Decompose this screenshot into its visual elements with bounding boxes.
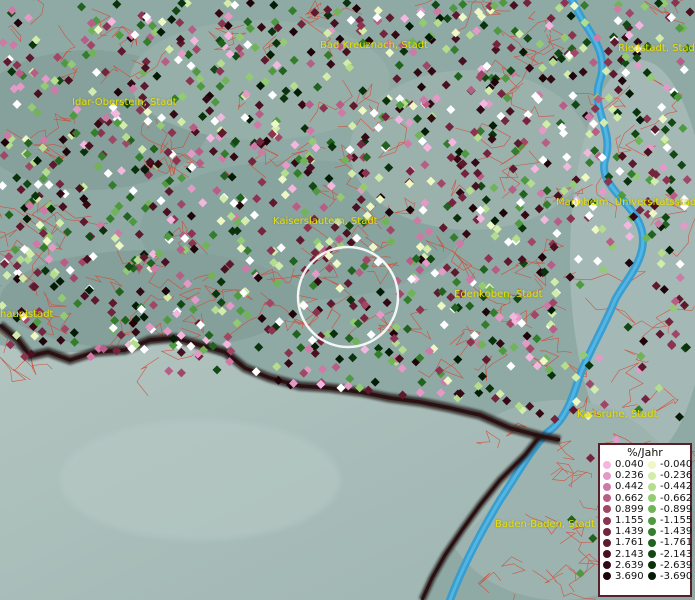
legend-value-negative: -0.442 xyxy=(660,481,693,493)
legend-value-positive: 1.761 xyxy=(615,537,644,549)
legend-entry: -0.236 xyxy=(645,470,693,482)
legend-swatch-negative xyxy=(648,460,656,469)
legend-entry: -2.639 xyxy=(645,559,693,571)
legend-swatch-positive xyxy=(603,550,611,559)
legend-entry: -0.040 xyxy=(645,459,693,470)
legend-row: 0.662 -0.662 xyxy=(600,492,693,504)
legend-entry: -0.662 xyxy=(645,492,693,504)
legend-swatch-positive xyxy=(603,505,611,514)
legend-title: %/Jahr xyxy=(627,446,663,459)
city-label-bad-kreuznach: Bad Kreuznach, Stadt xyxy=(320,40,429,51)
legend-value-positive: 0.236 xyxy=(615,470,644,482)
legend-entry: -0.899 xyxy=(645,503,693,515)
legend-entry: -1.155 xyxy=(645,514,693,526)
legend-entry: 0.662 xyxy=(600,493,645,504)
legend-entry: 1.761 xyxy=(600,537,645,548)
legend-swatch-positive xyxy=(603,494,611,503)
legend-entry: 0.899 xyxy=(600,504,645,515)
city-label-idar-oberstein: Idar-Oberstein, Stadt xyxy=(72,97,177,108)
legend-rows: 0.040 -0.040 0.236 -0.236 0.442 -0.442 0.662 -0… xyxy=(600,459,693,582)
legend-row: 3.690 -3.690 xyxy=(600,570,693,582)
legend-swatch-negative xyxy=(648,572,656,581)
legend-swatch-positive xyxy=(603,561,611,570)
map-view[interactable]: Bad Kreuznach, Stadt Riedstadt, Stadt Id… xyxy=(0,0,695,600)
legend-entry: 1.439 xyxy=(600,526,645,537)
city-label-haupistadt: haupistadt xyxy=(0,309,54,320)
legend-swatch-positive xyxy=(603,482,611,491)
legend-entry: -1.761 xyxy=(645,537,693,549)
city-label-baden-baden: Baden-Baden, Stadt xyxy=(495,519,595,530)
city-label-mannheim: Mannheim, Universitätsstadt xyxy=(556,197,695,208)
legend-swatch-negative xyxy=(648,550,656,559)
legend-row: 0.236 -0.236 xyxy=(600,470,693,482)
legend-swatch-positive xyxy=(603,471,611,480)
legend-value-negative: -2.639 xyxy=(660,559,693,571)
city-label-edenkoben: Edenkoben, Stadt xyxy=(454,289,543,300)
legend-value-negative: -2.143 xyxy=(660,548,693,560)
legend-entry: 2.143 xyxy=(600,549,645,560)
legend-entry: 2.639 xyxy=(600,560,645,571)
legend-value-positive: 2.143 xyxy=(615,548,644,560)
city-label-riedstadt: Riedstadt, Stadt xyxy=(618,43,695,54)
legend-value-negative: -0.899 xyxy=(660,503,693,515)
legend-swatch-negative xyxy=(648,516,656,525)
legend-entry: 3.690 xyxy=(600,571,645,582)
legend-value-positive: 0.040 xyxy=(615,459,644,470)
legend-swatch-positive xyxy=(603,572,611,581)
city-label-karlsruhe: Karlsruhe, Stadt xyxy=(577,409,658,420)
legend-value-negative: -0.040 xyxy=(660,459,693,470)
legend-entry: 0.442 xyxy=(600,481,645,492)
legend-value-positive: 0.442 xyxy=(615,481,644,493)
legend-entry: -1.439 xyxy=(645,526,693,538)
legend-swatch-negative xyxy=(648,505,656,514)
legend-value-negative: -3.690 xyxy=(660,570,693,582)
legend-entry: -0.442 xyxy=(645,481,693,493)
legend-swatch-positive xyxy=(603,516,611,525)
legend-value-negative: -1.761 xyxy=(660,537,693,549)
legend-swatch-negative xyxy=(648,527,656,536)
legend-value-negative: -1.439 xyxy=(660,526,693,538)
legend-value-negative: -0.236 xyxy=(660,470,693,482)
legend-swatch-positive xyxy=(603,527,611,536)
legend-value-positive: 0.899 xyxy=(615,503,644,515)
legend-swatch-positive xyxy=(603,460,611,469)
legend-swatch-positive xyxy=(603,538,611,547)
legend-value-positive: 0.662 xyxy=(615,492,644,504)
legend-swatch-negative xyxy=(648,482,656,491)
legend-row: 0.899 -0.899 xyxy=(600,503,693,515)
city-label-kaiserslautern: Kaiserslautern, Stadt xyxy=(273,216,378,227)
legend-swatch-negative xyxy=(648,561,656,570)
legend-value-negative: -0.662 xyxy=(660,492,693,504)
legend-swatch-negative xyxy=(648,538,656,547)
legend-value-positive: 1.439 xyxy=(615,526,644,538)
legend-row: 0.442 -0.442 xyxy=(600,481,693,493)
legend-value-positive: 3.690 xyxy=(615,570,644,582)
legend-entry: 0.040 xyxy=(600,459,645,470)
legend-value-positive: 1.155 xyxy=(615,514,644,526)
legend-value-positive: 2.639 xyxy=(615,559,644,571)
map-canvas xyxy=(0,0,695,600)
map-legend: %/Jahr 0.040 -0.040 0.236 -0.236 0.442 -0.442… xyxy=(598,443,692,597)
legend-value-negative: -1.155 xyxy=(660,514,693,526)
legend-row: 2.143 -2.143 xyxy=(600,548,693,560)
legend-entry: 0.236 xyxy=(600,470,645,481)
legend-entry: 1.155 xyxy=(600,515,645,526)
legend-entry: -3.690 xyxy=(645,570,693,582)
legend-swatch-negative xyxy=(648,471,656,480)
legend-entry: -2.143 xyxy=(645,548,693,560)
legend-row: 0.040 -0.040 xyxy=(600,459,693,470)
legend-row: 2.639 -2.639 xyxy=(600,559,693,571)
legend-row: 1.155 -1.155 xyxy=(600,514,693,526)
legend-row: 1.439 -1.439 xyxy=(600,526,693,538)
legend-swatch-negative xyxy=(648,494,656,503)
legend-row: 1.761 -1.761 xyxy=(600,537,693,549)
